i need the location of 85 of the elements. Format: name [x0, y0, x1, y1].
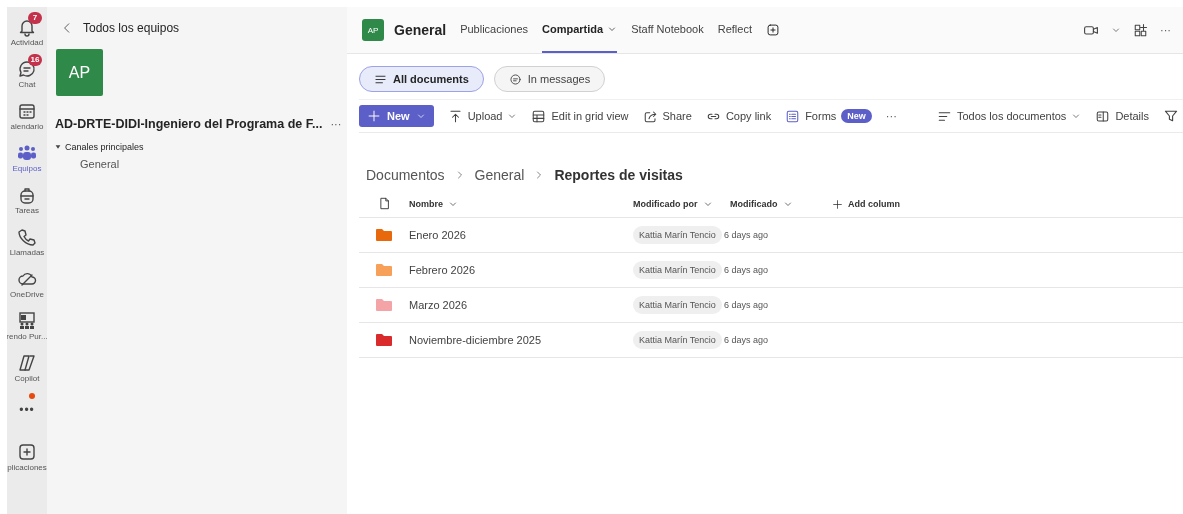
channel-title: General [394, 22, 447, 38]
tab[interactable]: Publicaciones [460, 7, 528, 53]
rail-item[interactable]: alendario [7, 95, 47, 137]
chevron-down-icon [415, 111, 426, 121]
tab[interactable]: Reflect [717, 7, 752, 53]
breadcrumb-item: Reportes de visitas [554, 167, 683, 183]
channel-avatar: AP [362, 19, 384, 41]
rail-item[interactable]: Llamadas [7, 221, 47, 263]
caret-icon [55, 144, 61, 150]
rail-item[interactable]: plicaciones [7, 436, 47, 478]
details-panel-icon [1095, 108, 1111, 124]
chevron-down-icon [507, 111, 518, 121]
apps-icon [1133, 22, 1148, 38]
chevron-down-icon [1071, 111, 1082, 121]
chevron-down-icon [448, 199, 458, 209]
toolbar-button[interactable]: Details [1115, 110, 1149, 122]
section-header[interactable]: Canales principales [65, 142, 144, 152]
phone-icon [17, 227, 37, 247]
toolbar-button[interactable]: Share [662, 110, 692, 122]
toolbar-button[interactable]: Todos los documentos [956, 110, 1067, 122]
column-header[interactable]: Modificado por [633, 199, 698, 209]
rail-item[interactable]: OneDrive [7, 263, 47, 305]
bell-icon [17, 17, 37, 37]
rail-item[interactable]: ••• [7, 389, 47, 431]
backpack-icon [17, 185, 37, 205]
toolbar-button[interactable]: Upload [467, 110, 503, 122]
people-icon [17, 143, 37, 163]
add-column-button[interactable]: Add column [848, 199, 900, 209]
breadcrumb-item[interactable]: Documentos [366, 167, 445, 183]
count-badge: 7 [28, 12, 42, 24]
folder-name[interactable]: Febrero 2026 [409, 264, 633, 276]
upload-icon [447, 108, 463, 124]
modified-date: 6 days ago [724, 300, 770, 310]
team-name: AD-DRTE-DIDI-Ingeniero del Programa de F... [55, 117, 323, 131]
add-app-icon [17, 442, 37, 462]
view-pill[interactable]: All documents [359, 66, 484, 92]
count-badge: 16 [28, 54, 42, 66]
channel-item[interactable]: General [80, 158, 347, 170]
rail-item[interactable]: Chat 16 [7, 53, 47, 95]
chat-icon [17, 59, 37, 79]
chevron-down-icon [1111, 25, 1121, 35]
back-link[interactable]: Todos los equipos [83, 21, 180, 35]
plus-icon [832, 198, 843, 210]
column-header[interactable]: Modificado [730, 199, 778, 209]
user-chip[interactable]: Kattia Marín Tencio [633, 261, 722, 279]
rail-item[interactable]: Tareas [7, 179, 47, 221]
classroom-icon [17, 311, 37, 331]
chevron-down-icon [782, 199, 793, 209]
more-button[interactable]: ··· [330, 118, 342, 130]
share-icon [642, 108, 658, 124]
toolbar-button[interactable]: Copy link [725, 110, 772, 122]
modified-date: 6 days ago [724, 335, 770, 345]
user-chip[interactable]: Kattia Marín Tencio [633, 296, 722, 314]
folder-name[interactable]: Noviembre-diciembre 2025 [409, 334, 633, 346]
tab[interactable]: Staff Notebook [631, 7, 704, 53]
view-pill[interactable]: In messages [493, 66, 606, 92]
rail-item[interactable]: rendo Pur... [7, 305, 47, 347]
folder-name[interactable]: Marzo 2026 [409, 299, 633, 311]
chat-icon [508, 72, 522, 86]
plus-icon [367, 109, 381, 123]
add-tab-icon [765, 23, 780, 37]
more-button[interactable]: ··· [1160, 24, 1171, 36]
folder-name[interactable]: Enero 2026 [409, 229, 633, 241]
user-chip[interactable]: Kattia Marín Tencio [633, 226, 722, 244]
toolbar-button[interactable]: Forms [805, 110, 837, 122]
rail-item[interactable]: Actividad 7 [7, 11, 47, 53]
breadcrumb-item[interactable]: General [474, 167, 525, 183]
filter-icon [1163, 108, 1179, 124]
new-button[interactable]: New [359, 105, 434, 127]
user-chip[interactable]: Kattia Marín Tencio [633, 331, 722, 349]
modified-date: 6 days ago [724, 230, 770, 240]
more-button[interactable]: ··· [885, 110, 897, 122]
calendar-icon [17, 101, 37, 121]
toolbar-button[interactable]: Edit in grid view [551, 110, 629, 122]
tab[interactable]: Compartida [542, 7, 618, 53]
grid-icon [531, 108, 547, 124]
column-header[interactable]: Nombre [409, 199, 443, 209]
rail-item[interactable]: Equipos [7, 137, 47, 179]
rail-item[interactable]: Copilot [7, 347, 47, 389]
forms-icon [785, 108, 801, 124]
new-badge: New [841, 109, 872, 123]
team-avatar: AP [56, 49, 103, 96]
chevron-down-icon [702, 199, 713, 209]
filter-button[interactable] [1163, 108, 1179, 124]
modified-date: 6 days ago [724, 265, 770, 275]
